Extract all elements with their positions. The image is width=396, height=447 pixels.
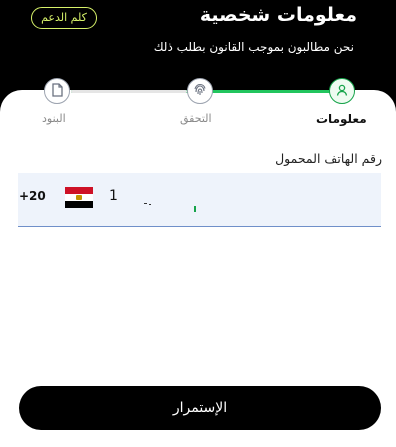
egypt-flag-icon[interactable] [65,187,93,208]
step-label-terms: البنود [42,112,66,125]
country-code[interactable]: +20 [19,189,46,203]
contact-support-button[interactable]: كلم الدعم [31,7,97,29]
step-information [329,78,355,104]
phone-number-input[interactable]: +20 1 [18,173,381,227]
page-subtitle: نحن مطالبون بموجب القانون بطلب ذلك [153,40,354,54]
user-icon [335,82,349,101]
phone-field-label: رقم الهاتف المحمول [275,151,382,166]
continue-button[interactable]: الإستمرار [19,386,381,430]
text-caret [194,206,196,212]
progress-line-pending [71,90,187,93]
phone-value: 1 [109,188,118,204]
step-label-information: معلومات [316,112,367,126]
document-icon [51,82,63,101]
step-label-verification: التحقق [180,112,212,125]
step-verification [187,78,213,104]
input-mask-dot [149,204,151,205]
page-title: معلومات شخصية [199,4,357,26]
fingerprint-icon [193,82,207,101]
step-terms [44,78,70,104]
input-mask [144,203,147,204]
